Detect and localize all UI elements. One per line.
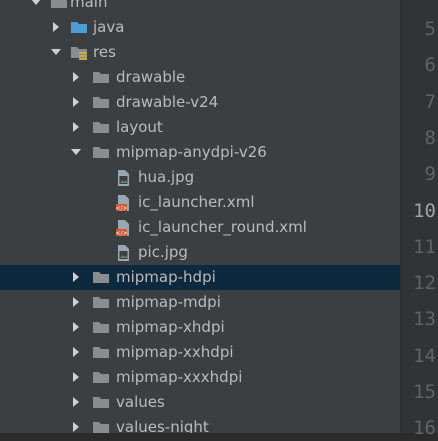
expand-arrow-icon[interactable] xyxy=(50,15,62,40)
expand-arrow-icon[interactable] xyxy=(70,390,82,415)
line-number: 6 xyxy=(424,54,436,77)
tree-file-row[interactable]: hua.jpg xyxy=(0,165,400,190)
tree-file-row[interactable]: pic.jpg xyxy=(0,240,400,265)
folder-icon xyxy=(92,140,110,165)
expand-arrow-icon[interactable] xyxy=(70,340,82,365)
tree-item-label: mipmap-hdpi xyxy=(116,268,216,286)
line-number: 11 xyxy=(413,235,436,258)
tree-item-label: mipmap-xxhdpi xyxy=(116,343,234,361)
folder-icon xyxy=(92,340,110,365)
project-tree: main java res drawable drawable-v24 layout mip… xyxy=(0,0,400,433)
tree-item-label: java xyxy=(93,18,125,36)
resource-folder-icon xyxy=(70,40,88,65)
tree-folder-row[interactable]: mipmap-mdpi xyxy=(0,290,400,315)
xml-file-icon: </> xyxy=(115,215,133,240)
tree-item-label: drawable-v24 xyxy=(116,93,219,111)
tree-folder-row[interactable]: values xyxy=(0,390,400,415)
tree-item-label: res xyxy=(93,43,116,61)
xml-file-icon: </> xyxy=(115,190,133,215)
tree-item-label: ic_launcher_round.xml xyxy=(138,218,307,236)
tree-item-label: mipmap-xxxhdpi xyxy=(116,368,243,386)
tree-item-label: layout xyxy=(116,118,163,136)
tree-item-label: values xyxy=(116,393,165,411)
collapse-arrow-icon[interactable] xyxy=(30,0,42,15)
expand-arrow-icon[interactable] xyxy=(70,90,82,115)
image-file-icon xyxy=(115,165,133,190)
tree-folder-row[interactable]: mipmap-hdpi xyxy=(0,265,400,290)
tree-folder-row[interactable]: layout xyxy=(0,115,400,140)
line-number: 13 xyxy=(413,308,436,331)
line-number: 5 xyxy=(424,18,436,40)
svg-text:</>: </> xyxy=(115,205,127,212)
expand-arrow-icon[interactable] xyxy=(70,315,82,340)
folder-icon xyxy=(92,390,110,415)
collapse-arrow-icon[interactable] xyxy=(50,40,62,65)
collapse-arrow-icon[interactable] xyxy=(70,140,82,165)
tree-folder-row[interactable]: drawable xyxy=(0,65,400,90)
folder-icon xyxy=(92,290,110,315)
image-file-icon xyxy=(115,240,133,265)
tree-file-row[interactable]: </> ic_launcher_round.xml xyxy=(0,215,400,240)
folder-icon xyxy=(92,265,110,290)
folder-icon xyxy=(92,115,110,140)
tree-item-label: ic_launcher.xml xyxy=(138,193,255,211)
tree-item-label: hua.jpg xyxy=(138,168,195,186)
tree-folder-row[interactable]: main xyxy=(0,0,400,15)
folder-icon xyxy=(92,365,110,390)
tree-item-label: main xyxy=(70,0,108,11)
line-number: 9 xyxy=(424,163,436,186)
tree-folder-row[interactable]: mipmap-xxxhdpi xyxy=(0,365,400,390)
expand-arrow-icon[interactable] xyxy=(70,415,82,433)
tree-folder-row[interactable]: res xyxy=(0,40,400,65)
line-number: 15 xyxy=(413,381,436,403)
tree-item-label: pic.jpg xyxy=(138,243,188,261)
line-number: 10 xyxy=(413,199,436,222)
expand-arrow-icon[interactable] xyxy=(70,290,82,315)
tree-folder-row[interactable]: drawable-v24 xyxy=(0,90,400,115)
folder-icon xyxy=(92,65,110,90)
editor-gutter: 5 6 7 8 9 10 11 12 13 14 15 16 xyxy=(404,0,438,439)
tree-folder-row[interactable]: mipmap-xhdpi xyxy=(0,315,400,340)
tree-item-label: mipmap-xhdpi xyxy=(116,318,225,336)
tree-folder-row[interactable]: java xyxy=(0,15,400,40)
tree-item-label: mipmap-mdpi xyxy=(116,293,221,311)
folder-icon xyxy=(92,415,110,433)
line-number: 14 xyxy=(413,344,436,367)
svg-text:</>: </> xyxy=(115,230,127,237)
line-number: 8 xyxy=(424,126,436,149)
line-number: 16 xyxy=(413,417,436,440)
expand-arrow-icon[interactable] xyxy=(70,65,82,90)
expand-arrow-icon[interactable] xyxy=(70,115,82,140)
tree-item-label: values-night xyxy=(116,418,209,433)
tree-file-row[interactable]: </> ic_launcher.xml xyxy=(0,190,400,215)
line-number: 12 xyxy=(413,272,436,295)
tree-item-label: drawable xyxy=(116,68,186,86)
source-folder-icon xyxy=(70,15,88,40)
expand-arrow-icon[interactable] xyxy=(70,365,82,390)
tree-folder-row[interactable]: mipmap-xxhdpi xyxy=(0,340,400,365)
folder-icon xyxy=(50,0,68,15)
tree-folder-row[interactable]: mipmap-anydpi-v26 xyxy=(0,140,400,165)
tree-folder-row[interactable]: values-night xyxy=(0,415,400,433)
tree-item-label: mipmap-anydpi-v26 xyxy=(116,143,267,161)
folder-icon xyxy=(92,315,110,340)
line-number: 7 xyxy=(424,90,436,113)
folder-icon xyxy=(92,90,110,115)
expand-arrow-icon[interactable] xyxy=(70,265,82,290)
